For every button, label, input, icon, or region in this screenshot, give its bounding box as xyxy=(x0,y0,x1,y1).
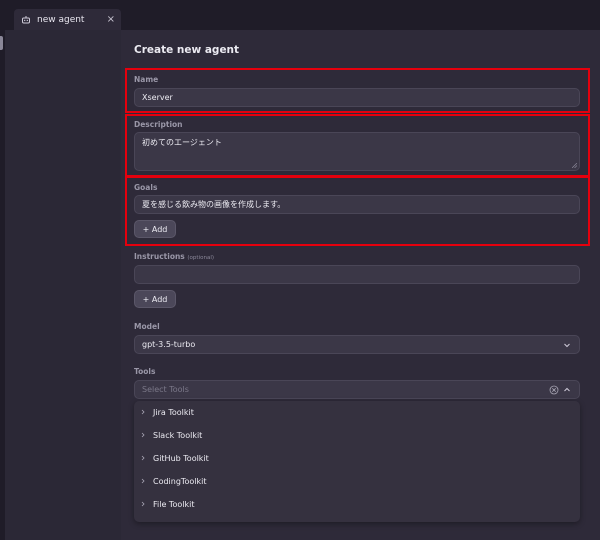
goal-value: 夏を感じる飲み物の画像を作成します。 xyxy=(142,200,286,209)
tools-label: Tools xyxy=(134,367,156,376)
name-input[interactable]: Xserver xyxy=(134,88,580,107)
tool-option[interactable]: File Toolkit xyxy=(134,494,580,514)
tab-bar: new agent × xyxy=(0,0,600,30)
tool-option[interactable]: GitHub Toolkit xyxy=(134,448,580,468)
instructions-label-text: Instructions xyxy=(134,252,185,261)
tab-label: new agent xyxy=(37,14,85,25)
tools-dropdown-menu: Jira Toolkit Slack Toolkit GitHub Toolki… xyxy=(134,401,580,522)
add-instruction-button[interactable]: + Add xyxy=(134,290,176,308)
tool-option[interactable]: Slack Toolkit xyxy=(134,425,580,445)
close-icon[interactable]: × xyxy=(107,14,115,25)
tool-option-label: Jira Toolkit xyxy=(153,407,194,417)
instructions-label: Instructions (optional) xyxy=(134,252,214,261)
tool-option-label: CodingToolkit xyxy=(153,476,207,486)
side-panel xyxy=(5,30,121,540)
tool-option-label: Slack Toolkit xyxy=(153,430,203,440)
sidebar-toggle-handle[interactable] xyxy=(0,36,3,50)
model-label: Model xyxy=(134,322,160,331)
chevron-right-icon xyxy=(139,431,147,439)
tool-option[interactable]: Jira Toolkit xyxy=(134,402,580,422)
page-title: Create new agent xyxy=(134,44,240,56)
app-window: new agent × Create new agent Name Xserve… xyxy=(0,0,600,540)
goals-label: Goals xyxy=(134,183,158,192)
clear-circle-icon[interactable] xyxy=(549,385,559,395)
tool-option-label: File Toolkit xyxy=(153,499,195,509)
name-value: Xserver xyxy=(142,93,173,102)
tab-new-agent[interactable]: new agent × xyxy=(14,9,121,30)
robot-icon xyxy=(20,14,32,26)
resize-grip-icon[interactable] xyxy=(572,163,577,168)
tools-placeholder: Select Tools xyxy=(142,385,189,394)
description-label: Description xyxy=(134,120,183,129)
chevron-right-icon xyxy=(139,454,147,462)
tools-select[interactable]: Select Tools xyxy=(134,380,580,399)
tool-option-label: GitHub Toolkit xyxy=(153,453,209,463)
name-label: Name xyxy=(134,75,159,84)
goal-input[interactable]: 夏を感じる飲み物の画像を作成します。 xyxy=(134,195,580,214)
model-value: gpt-3.5-turbo xyxy=(142,340,196,349)
chevron-right-icon xyxy=(139,500,147,508)
optional-tag: (optional) xyxy=(187,255,214,261)
create-agent-form: Create new agent Name Xserver Descriptio… xyxy=(121,30,600,540)
instruction-input[interactable] xyxy=(134,265,580,284)
chevron-up-icon[interactable] xyxy=(562,385,572,395)
model-select[interactable]: gpt-3.5-turbo xyxy=(134,335,580,354)
chevron-down-icon xyxy=(562,340,572,350)
tool-option[interactable]: CodingToolkit xyxy=(134,471,580,491)
chevron-right-icon xyxy=(139,408,147,416)
chevron-right-icon xyxy=(139,477,147,485)
description-value: 初めてのエージェント xyxy=(142,138,222,147)
description-textarea[interactable]: 初めてのエージェント xyxy=(134,132,580,171)
add-goal-button[interactable]: + Add xyxy=(134,220,176,238)
